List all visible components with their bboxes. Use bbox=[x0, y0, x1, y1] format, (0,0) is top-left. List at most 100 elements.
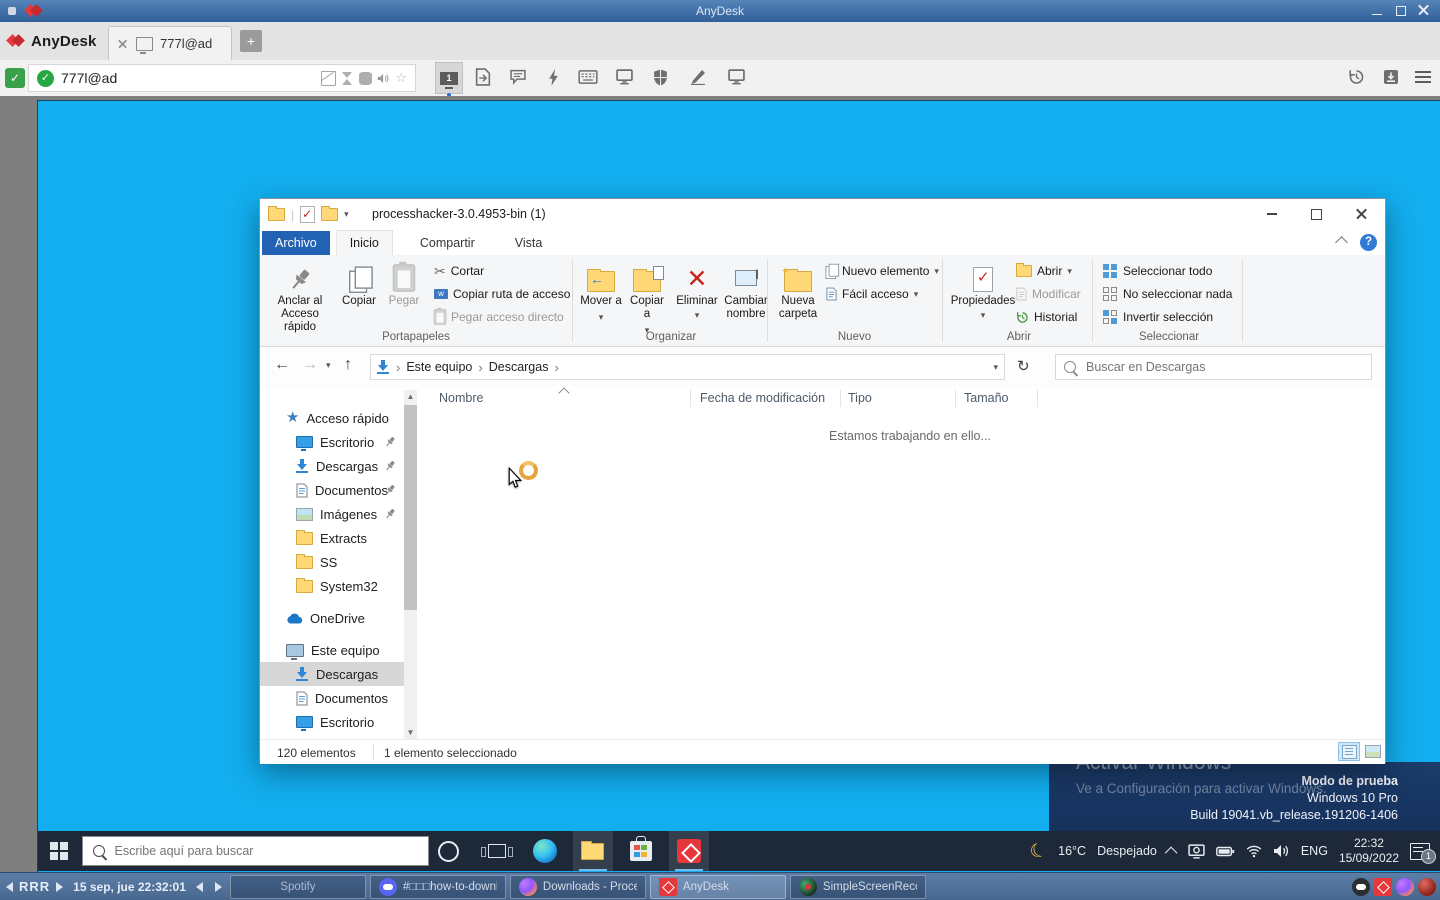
tab-inicio[interactable]: Inicio bbox=[336, 230, 393, 255]
sidebar-item-ss[interactable]: SS bbox=[260, 550, 404, 574]
workspace-next-arrow[interactable] bbox=[56, 882, 63, 892]
next-arrow[interactable] bbox=[215, 882, 222, 892]
copy-to-button[interactable]: Copiar a bbox=[626, 260, 668, 337]
tray-discord-icon[interactable] bbox=[1352, 878, 1370, 896]
sidebar-item-pictures[interactable]: Imágenes bbox=[260, 502, 404, 526]
recent-locations-caret[interactable]: ▾ bbox=[326, 360, 331, 371]
display-settings-button[interactable] bbox=[611, 62, 637, 92]
sidebar-item-downloads[interactable]: Descargas bbox=[260, 454, 404, 478]
sidebar-item-this-pc[interactable]: Este equipo bbox=[260, 638, 404, 662]
tray-firefox-icon[interactable] bbox=[1396, 878, 1414, 896]
history-button[interactable]: Historial bbox=[1016, 307, 1077, 327]
up-button[interactable]: ↑ bbox=[344, 356, 352, 374]
explorer-minimize-button[interactable] bbox=[1249, 199, 1294, 229]
sidebar-item-extracts[interactable]: Extracts bbox=[260, 526, 404, 550]
taskbar-clock[interactable]: 22:32 15/09/2022 bbox=[1339, 836, 1399, 866]
details-view-toggle[interactable] bbox=[1338, 742, 1360, 761]
screen-record-tray-icon[interactable] bbox=[1188, 844, 1205, 859]
copy-button[interactable]: Copiar bbox=[338, 260, 380, 308]
refresh-icon[interactable]: ↻ bbox=[1017, 357, 1030, 375]
start-button[interactable] bbox=[50, 842, 68, 860]
explorer-search-input[interactable] bbox=[1084, 359, 1363, 375]
scrollbar-thumb[interactable] bbox=[404, 405, 417, 610]
cortana-button[interactable] bbox=[429, 831, 469, 871]
taskbar-edge[interactable] bbox=[525, 831, 565, 871]
easy-access-button[interactable]: Fácil acceso bbox=[826, 284, 918, 304]
session-address[interactable]: ✓ 777l@ad ☆ bbox=[28, 64, 416, 92]
session-history-button[interactable] bbox=[1343, 62, 1369, 92]
host-clock[interactable]: 15 sep, jue 22:32:01 bbox=[73, 880, 186, 894]
window-button-ssr[interactable]: SimpleScreenReco bbox=[790, 875, 926, 899]
weather-desc[interactable]: Despejado bbox=[1097, 844, 1157, 858]
cut-button[interactable]: ✂Cortar bbox=[434, 261, 484, 281]
explorer-maximize-button[interactable] bbox=[1294, 199, 1339, 229]
copy-path-button[interactable]: w Copiar ruta de acceso bbox=[434, 284, 570, 304]
tray-anydesk-icon[interactable] bbox=[1374, 878, 1392, 896]
sidebar-item-onedrive[interactable]: OneDrive bbox=[260, 606, 404, 630]
actions-button[interactable] bbox=[540, 62, 566, 92]
properties-button[interactable]: Propiedades bbox=[956, 260, 1010, 319]
delete-button[interactable]: ✕ Eliminar bbox=[672, 260, 722, 319]
sidebar-item-system32[interactable]: System32 bbox=[260, 574, 404, 598]
column-header-name[interactable]: Nombre bbox=[439, 391, 483, 405]
tab-close-icon[interactable] bbox=[118, 39, 128, 49]
sidebar-item-quick-access[interactable]: ★Acceso rápido bbox=[260, 406, 404, 430]
back-button[interactable]: ← bbox=[274, 356, 290, 374]
taskbar-store[interactable] bbox=[621, 831, 661, 871]
taskbar-explorer[interactable] bbox=[573, 831, 613, 871]
action-center-button[interactable]: 1 bbox=[1410, 843, 1430, 860]
rename-button[interactable]: Cambiar nombre bbox=[722, 260, 770, 321]
workspace-prev-arrow[interactable] bbox=[6, 882, 13, 892]
address-book-button[interactable] bbox=[1378, 62, 1404, 92]
select-none-button[interactable]: No seleccionar nada bbox=[1103, 284, 1232, 304]
new-session-button[interactable]: + bbox=[240, 30, 262, 52]
tray-overflow-chevron[interactable] bbox=[1165, 846, 1178, 859]
new-folder-button[interactable]: Nueva carpeta bbox=[775, 260, 821, 321]
edit-button[interactable]: Modificar bbox=[1016, 284, 1081, 304]
wifi-icon[interactable] bbox=[1246, 844, 1262, 858]
collapse-ribbon-icon[interactable] bbox=[1335, 236, 1348, 249]
prev-arrow[interactable] bbox=[196, 882, 203, 892]
taskbar-search[interactable] bbox=[82, 836, 429, 866]
keyboard-settings-button[interactable] bbox=[575, 62, 601, 92]
language-indicator[interactable]: ENG bbox=[1301, 844, 1328, 858]
extra-monitor-button[interactable] bbox=[723, 62, 749, 92]
taskbar-anydesk[interactable] bbox=[669, 831, 709, 871]
menu-button[interactable] bbox=[1410, 62, 1436, 92]
crumb-este-equipo[interactable]: Este equipo bbox=[406, 360, 472, 374]
explorer-search[interactable] bbox=[1055, 354, 1372, 380]
crumb-descargas[interactable]: Descargas bbox=[489, 360, 549, 374]
whiteboard-button[interactable] bbox=[685, 62, 711, 92]
sidebar-item-documents[interactable]: Documentos bbox=[260, 478, 404, 502]
permissions-button[interactable] bbox=[647, 62, 673, 92]
sidebar-item-downloads-selected[interactable]: Descargas bbox=[260, 662, 404, 686]
sidebar-item-documents-2[interactable]: Documentos bbox=[260, 686, 404, 710]
weather-temp[interactable]: 16°C bbox=[1058, 844, 1086, 858]
task-view-button[interactable] bbox=[477, 831, 517, 871]
close-button[interactable] bbox=[1418, 4, 1432, 18]
address-dropdown-caret[interactable]: ▾ bbox=[993, 362, 998, 373]
volume-icon[interactable] bbox=[1273, 844, 1290, 858]
qat-customize-caret[interactable]: ▾ bbox=[344, 209, 349, 220]
help-icon[interactable]: ? bbox=[1360, 234, 1377, 251]
qat-new-folder-icon[interactable] bbox=[321, 208, 338, 221]
sidebar-item-desktop-2[interactable]: Escritorio bbox=[260, 710, 404, 734]
invert-selection-button[interactable]: Invertir selección bbox=[1103, 307, 1213, 327]
explorer-close-button[interactable] bbox=[1339, 199, 1384, 229]
tree-scrollbar[interactable]: ▲ ▼ bbox=[404, 390, 417, 739]
window-button-spotify[interactable]: Spotify bbox=[230, 875, 366, 899]
taskbar-search-input[interactable] bbox=[113, 843, 418, 859]
column-header-modified[interactable]: Fecha de modificación bbox=[700, 391, 825, 405]
open-button[interactable]: Abrir bbox=[1016, 261, 1072, 281]
select-all-button[interactable]: Seleccionar todo bbox=[1103, 261, 1212, 281]
move-to-button[interactable]: Mover a bbox=[580, 260, 622, 324]
session-tab[interactable]: 777l@ad bbox=[108, 26, 232, 60]
new-item-button[interactable]: Nuevo elemento bbox=[826, 261, 939, 281]
tab-vista[interactable]: Vista bbox=[502, 231, 556, 255]
battery-icon[interactable] bbox=[1216, 846, 1235, 857]
scroll-up-arrow[interactable]: ▲ bbox=[404, 390, 417, 403]
window-button-firefox[interactable]: Downloads - Proce bbox=[510, 875, 646, 899]
paste-shortcut-button[interactable]: Pegar acceso directo bbox=[434, 307, 564, 327]
icons-view-toggle[interactable] bbox=[1362, 742, 1384, 761]
maximize-button[interactable] bbox=[1394, 4, 1408, 18]
